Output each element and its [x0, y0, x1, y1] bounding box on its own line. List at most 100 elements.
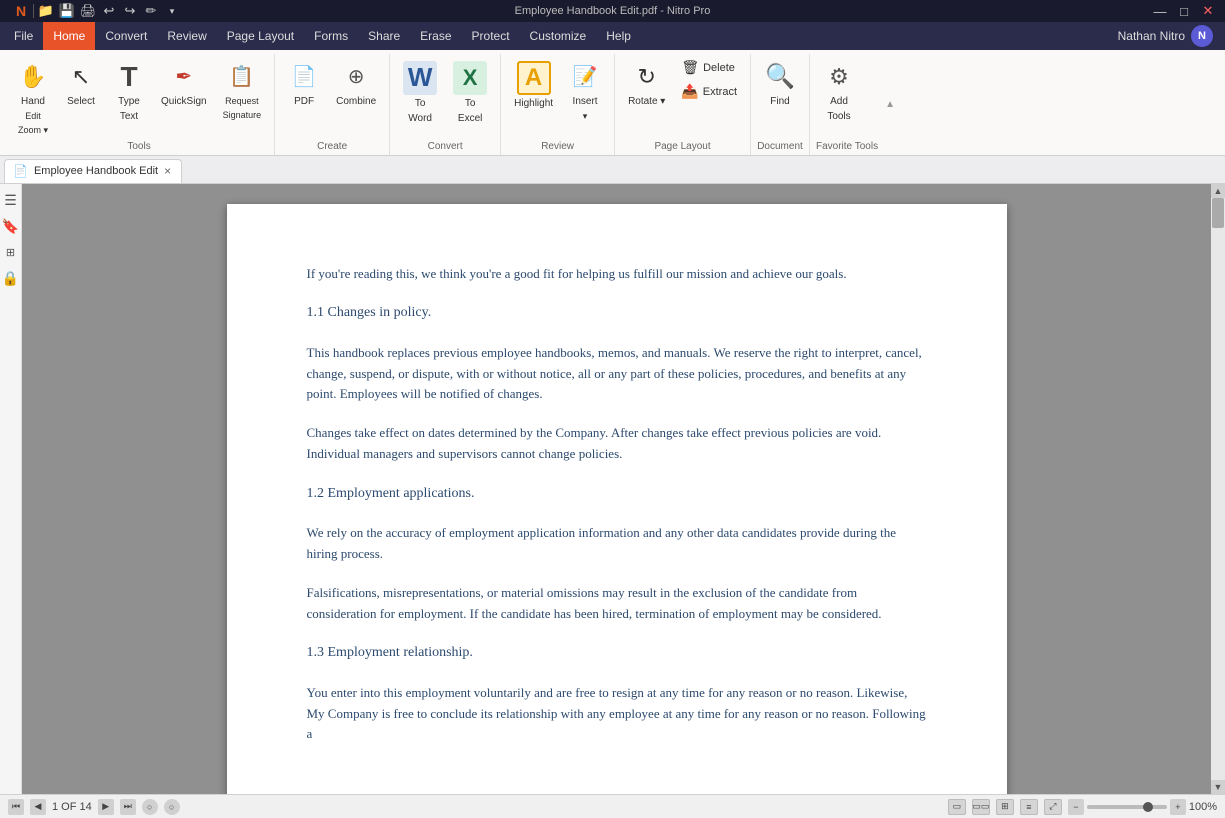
view-single-btn[interactable]: ▭: [948, 799, 966, 815]
sidebar-pages-icon[interactable]: ☰: [2, 192, 20, 210]
save-btn[interactable]: 💾: [58, 2, 76, 20]
ribbon-group-convert: W To Word X To Excel Convert: [390, 54, 501, 155]
highlight-btn[interactable]: A Highlight: [507, 56, 560, 113]
qat-dropdown[interactable]: ▾: [163, 2, 181, 20]
select-btn[interactable]: ↖ Select: [58, 56, 104, 111]
to-word-btn[interactable]: W To Word: [396, 56, 444, 128]
nav-next-btn[interactable]: ▶: [98, 799, 114, 815]
quicksign-label: QuickSign: [161, 96, 207, 108]
zoom-control: − + 100%: [1068, 799, 1217, 815]
edit-btn[interactable]: ✏: [142, 2, 160, 20]
pdf-icon: 📄: [288, 61, 320, 93]
document-group-label: Document: [757, 139, 803, 155]
minimize-btn[interactable]: —: [1151, 2, 1169, 20]
document-page: If you're reading this, we think you're …: [227, 204, 1007, 794]
sidebar-bookmarks-icon[interactable]: 🔖: [2, 218, 20, 236]
document-tab[interactable]: 📄 Employee Handbook Edit ×: [4, 159, 182, 183]
maximize-btn[interactable]: □: [1175, 2, 1193, 20]
favorite-tools-group-label: Favorite Tools: [816, 139, 878, 155]
paragraph-8: You enter into this employment voluntari…: [307, 683, 927, 745]
sidebar-thumbnails-icon[interactable]: ⊞: [2, 244, 20, 262]
combine-btn[interactable]: ⊕ Combine: [329, 56, 383, 111]
insert-btn[interactable]: 📝 Insert ▾: [562, 56, 608, 125]
quick-access-toolbar[interactable]: N 📁 💾 🖨 ↩ ↪ ✏ ▾: [8, 2, 185, 20]
menu-page-layout[interactable]: Page Layout: [217, 22, 304, 50]
view-scroll-btn[interactable]: ≡: [1020, 799, 1038, 815]
menu-home[interactable]: Home: [43, 22, 95, 50]
ribbon-group-favorite-tools: ⚙ Add Tools Favorite Tools: [810, 54, 884, 155]
nav-first-btn[interactable]: ⏮: [8, 799, 24, 815]
tab-title: Employee Handbook Edit: [34, 165, 158, 177]
extract-btn[interactable]: 📤 Extract: [674, 80, 744, 103]
page-layout-group-label: Page Layout: [621, 139, 744, 155]
view-double-btn[interactable]: ▭▭: [972, 799, 990, 815]
insert-dropdown: ▾: [583, 111, 588, 122]
zoom-thumb[interactable]: [1143, 802, 1153, 812]
quicksign-btn[interactable]: ✒ QuickSign: [154, 56, 214, 111]
main-area: ☰ 🔖 ⊞ 🔒 If you're reading this, we think…: [0, 184, 1225, 794]
to-word-label2: Word: [408, 113, 432, 125]
user-area[interactable]: Nathan Nitro N: [1110, 22, 1221, 50]
insert-label: Insert: [573, 96, 598, 108]
menu-review[interactable]: Review: [157, 22, 216, 50]
insert-icon: 📝: [569, 61, 601, 93]
menu-convert[interactable]: Convert: [95, 22, 157, 50]
request-signature-btn[interactable]: 📋 Request Signature: [216, 56, 269, 124]
nav-circle-btn2[interactable]: ○: [164, 799, 180, 815]
zoom-slider[interactable]: [1087, 805, 1167, 809]
right-scrollbar[interactable]: ▲ ▼: [1211, 184, 1225, 794]
nav-circle-btn1[interactable]: ○: [142, 799, 158, 815]
menu-customize[interactable]: Customize: [520, 22, 597, 50]
window-title: Employee Handbook Edit.pdf - Nitro Pro: [515, 5, 711, 17]
menu-forms[interactable]: Forms: [304, 22, 358, 50]
menu-share[interactable]: Share: [358, 22, 410, 50]
scroll-up-btn[interactable]: ▲: [1211, 184, 1225, 198]
hand-btn[interactable]: ✋ Hand Edit Zoom ▾: [10, 56, 56, 139]
rotate-btn[interactable]: ↻ Rotate ▾: [621, 56, 672, 111]
highlight-label: Highlight: [514, 98, 553, 110]
title-bar: N 📁 💾 🖨 ↩ ↪ ✏ ▾ Employee Handbook Edit.p…: [0, 0, 1225, 22]
type-text-icon: T: [113, 61, 145, 93]
scroll-track[interactable]: [1211, 198, 1225, 780]
heading-1-1: 1.1 Changes in policy.: [307, 302, 927, 324]
user-avatar[interactable]: N: [1191, 25, 1213, 47]
ribbon-collapse-btn[interactable]: ▲: [884, 54, 896, 155]
paragraph-2: This handbook replaces previous employee…: [307, 343, 927, 405]
menu-file[interactable]: File: [4, 22, 43, 50]
separator: [33, 4, 34, 18]
paragraph-5: We rely on the accuracy of employment ap…: [307, 523, 927, 565]
tab-close-btn[interactable]: ×: [164, 165, 171, 177]
scroll-down-btn[interactable]: ▼: [1211, 780, 1225, 794]
find-btn[interactable]: 🔍 Find: [757, 56, 803, 111]
print-btn[interactable]: 🖨: [79, 2, 97, 20]
document-scroll[interactable]: If you're reading this, we think you're …: [22, 184, 1211, 794]
undo-btn[interactable]: ↩: [100, 2, 118, 20]
nav-last-btn[interactable]: ⏭: [120, 799, 136, 815]
zoom-out-btn[interactable]: −: [1068, 799, 1084, 815]
close-btn[interactable]: ✕: [1199, 2, 1217, 20]
redo-btn[interactable]: ↪: [121, 2, 139, 20]
request-sig-label2: Signature: [223, 110, 262, 121]
ribbon-group-page-layout: ↻ Rotate ▾ 🗑 Delete 📤 Extract Page Layou…: [615, 54, 751, 155]
add-tools-btn[interactable]: ⚙ Add Tools: [816, 56, 862, 126]
request-sig-icon: 📋: [226, 61, 258, 93]
delete-btn[interactable]: 🗑 Delete: [674, 56, 744, 79]
pdf-btn[interactable]: 📄 PDF: [281, 56, 327, 111]
view-fit-btn[interactable]: ⤢: [1044, 799, 1062, 815]
open-btn[interactable]: 📁: [37, 2, 55, 20]
nav-prev-btn[interactable]: ◀: [30, 799, 46, 815]
pdf-file-icon: 📄: [13, 164, 28, 178]
to-excel-btn[interactable]: X To Excel: [446, 56, 494, 128]
zoom-in-btn[interactable]: +: [1170, 799, 1186, 815]
menu-help[interactable]: Help: [596, 22, 641, 50]
scroll-thumb[interactable]: [1212, 198, 1224, 228]
rotate-label: Rotate ▾: [628, 96, 665, 108]
menu-protect[interactable]: Protect: [462, 22, 520, 50]
type-text-label2: Text: [120, 111, 138, 123]
view-grid-btn[interactable]: ⊞: [996, 799, 1014, 815]
menu-erase[interactable]: Erase: [410, 22, 461, 50]
type-text-btn[interactable]: T Type Text: [106, 56, 152, 126]
window-controls[interactable]: — □ ✕: [1151, 2, 1217, 20]
nitro-logo: N: [12, 2, 30, 20]
sidebar-security-icon[interactable]: 🔒: [2, 270, 20, 288]
